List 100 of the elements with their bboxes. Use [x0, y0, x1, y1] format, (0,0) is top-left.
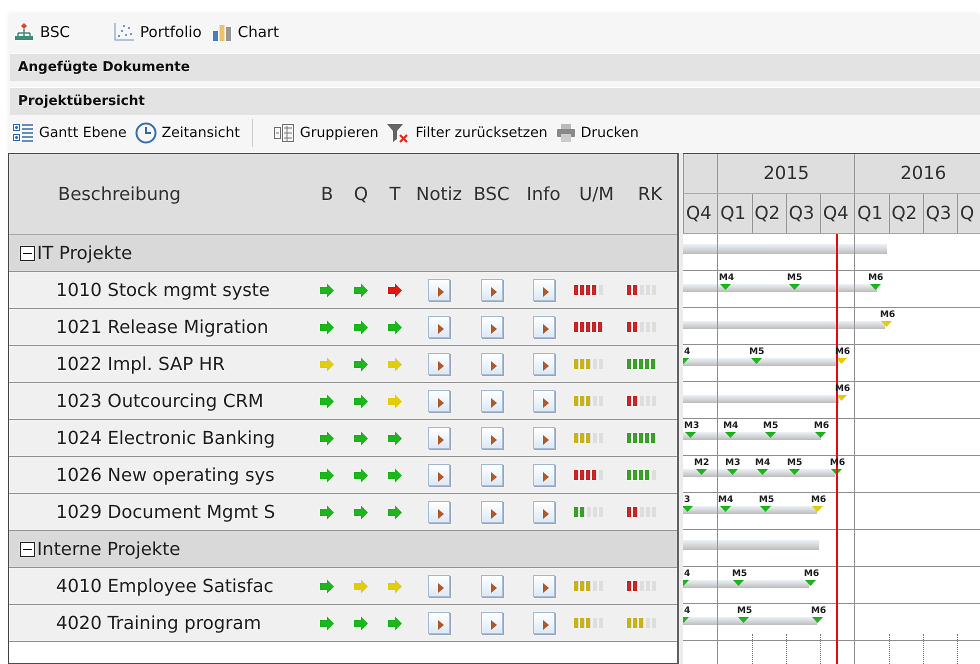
bsc-button[interactable]: [480, 427, 502, 449]
quarter-header: Q3: [922, 194, 957, 233]
gantt-bar[interactable]: [683, 244, 887, 254]
column-header[interactable]: Notiz: [412, 184, 466, 204]
toolbar-button[interactable]: BSC: [10, 21, 74, 43]
note-button[interactable]: [428, 612, 450, 634]
milestone-label: M6: [804, 569, 820, 579]
gantt-bar[interactable]: [683, 358, 837, 366]
info-button[interactable]: [532, 575, 554, 597]
bsc-button[interactable]: [480, 575, 502, 597]
bsc-button[interactable]: [480, 612, 502, 634]
milestone-label: M4: [755, 458, 770, 468]
toolbar-button[interactable]: Gantt Ebene: [10, 121, 129, 145]
note-button[interactable]: [428, 501, 450, 523]
note-button[interactable]: [428, 390, 450, 412]
milestone-icon[interactable]: [788, 284, 800, 290]
info-button[interactable]: [532, 390, 554, 412]
toolbar-button[interactable]: Portfolio: [110, 21, 206, 43]
gantt-bar[interactable]: [683, 321, 885, 329]
project-name: 1022 Impl. SAP HR: [55, 354, 226, 374]
column-header[interactable]: U/M: [570, 184, 623, 204]
milestone-icon[interactable]: [683, 506, 693, 512]
quarter-header: Q4: [683, 194, 718, 233]
bsc-button[interactable]: [480, 279, 502, 301]
milestone-icon[interactable]: [750, 358, 762, 364]
gantt-bar[interactable]: [683, 580, 810, 588]
info-button[interactable]: [532, 279, 554, 301]
note-button[interactable]: [428, 353, 450, 375]
note-button[interactable]: [428, 575, 450, 597]
bsc-button[interactable]: [480, 501, 502, 523]
milestone-label: M5: [749, 347, 764, 357]
milestone-label: M5: [787, 458, 802, 468]
milestone-icon[interactable]: [756, 469, 768, 475]
milestone-icon[interactable]: [733, 580, 744, 586]
section-header[interactable]: Angefügte Dokumente: [10, 53, 980, 81]
milestone-label: M5: [758, 495, 774, 505]
bsc-button[interactable]: [480, 353, 502, 375]
info-button[interactable]: [532, 353, 554, 375]
collapse-toggle[interactable]: [20, 542, 35, 556]
clock-icon: [134, 122, 157, 144]
column-header[interactable]: RK: [623, 184, 677, 204]
column-header[interactable]: BSC: [466, 184, 517, 204]
gantt-bar[interactable]: [683, 284, 877, 292]
toolbar-button[interactable]: Gruppieren: [270, 122, 381, 144]
milestone-label: M4: [723, 421, 738, 431]
milestone-icon[interactable]: [738, 617, 750, 623]
milestone-icon[interactable]: [815, 432, 826, 438]
toolbar-button[interactable]: Drucken: [554, 122, 641, 144]
info-button[interactable]: [532, 464, 554, 486]
milestone-icon[interactable]: [870, 284, 881, 290]
milestone-icon[interactable]: [720, 284, 732, 290]
gantt-bar[interactable]: [683, 617, 818, 625]
info-button[interactable]: [532, 316, 554, 338]
grouped-list-icon: [272, 124, 295, 142]
milestone-label: 4: [684, 569, 690, 579]
info-button[interactable]: [532, 427, 554, 449]
milestone-icon[interactable]: [760, 506, 772, 512]
info-button[interactable]: [532, 501, 554, 523]
note-button[interactable]: [428, 279, 450, 301]
section-header[interactable]: Projektübersicht: [10, 87, 980, 115]
milestone-icon[interactable]: [720, 506, 731, 512]
note-button[interactable]: [428, 464, 450, 486]
milestone-label: M5: [736, 606, 752, 616]
milestone-label: 4: [684, 347, 690, 357]
milestone-icon[interactable]: [764, 432, 776, 438]
milestone-label: M5: [763, 421, 778, 431]
toolbar-button[interactable]: Zeitansicht: [132, 120, 242, 146]
bsc-button[interactable]: [480, 316, 502, 338]
column-header[interactable]: Info: [517, 184, 570, 204]
milestone-label: M3: [725, 458, 740, 468]
collapse-toggle[interactable]: [20, 246, 35, 260]
scatter-plot-icon: [114, 23, 134, 41]
milestone-icon[interactable]: [724, 432, 736, 438]
column-header[interactable]: Q: [344, 184, 378, 204]
milestone-icon[interactable]: [836, 358, 848, 364]
milestone-icon[interactable]: [812, 617, 824, 623]
project-name: 1010 Stock mgmt syste: [55, 280, 271, 300]
column-header[interactable]: B: [310, 184, 344, 204]
milestone-label: M4: [718, 273, 734, 283]
milestone-icon[interactable]: [788, 469, 800, 475]
milestone-label: 3: [684, 495, 690, 505]
bsc-button[interactable]: [480, 390, 502, 412]
milestone-icon[interactable]: [836, 395, 848, 401]
quarter-header: Q3: [786, 194, 820, 233]
milestone-icon[interactable]: [684, 432, 696, 438]
toolbar-button[interactable]: Filter zurücksetzen: [384, 121, 550, 145]
info-button[interactable]: [532, 612, 554, 634]
note-button[interactable]: [428, 427, 450, 449]
toolbar-button[interactable]: Chart: [208, 21, 283, 43]
milestone-label: M5: [787, 273, 802, 283]
bsc-button[interactable]: [480, 464, 502, 486]
milestone-icon[interactable]: [805, 580, 816, 586]
project-name: 1021 Release Migration: [55, 316, 270, 338]
column-header[interactable]: Beschreibung: [9, 184, 310, 204]
milestone-label: 4: [684, 606, 690, 616]
milestone-icon[interactable]: [696, 469, 707, 475]
gantt-bar[interactable]: [683, 540, 819, 550]
note-button[interactable]: [428, 316, 450, 338]
column-header[interactable]: T: [378, 184, 412, 204]
milestone-icon[interactable]: [726, 469, 738, 475]
